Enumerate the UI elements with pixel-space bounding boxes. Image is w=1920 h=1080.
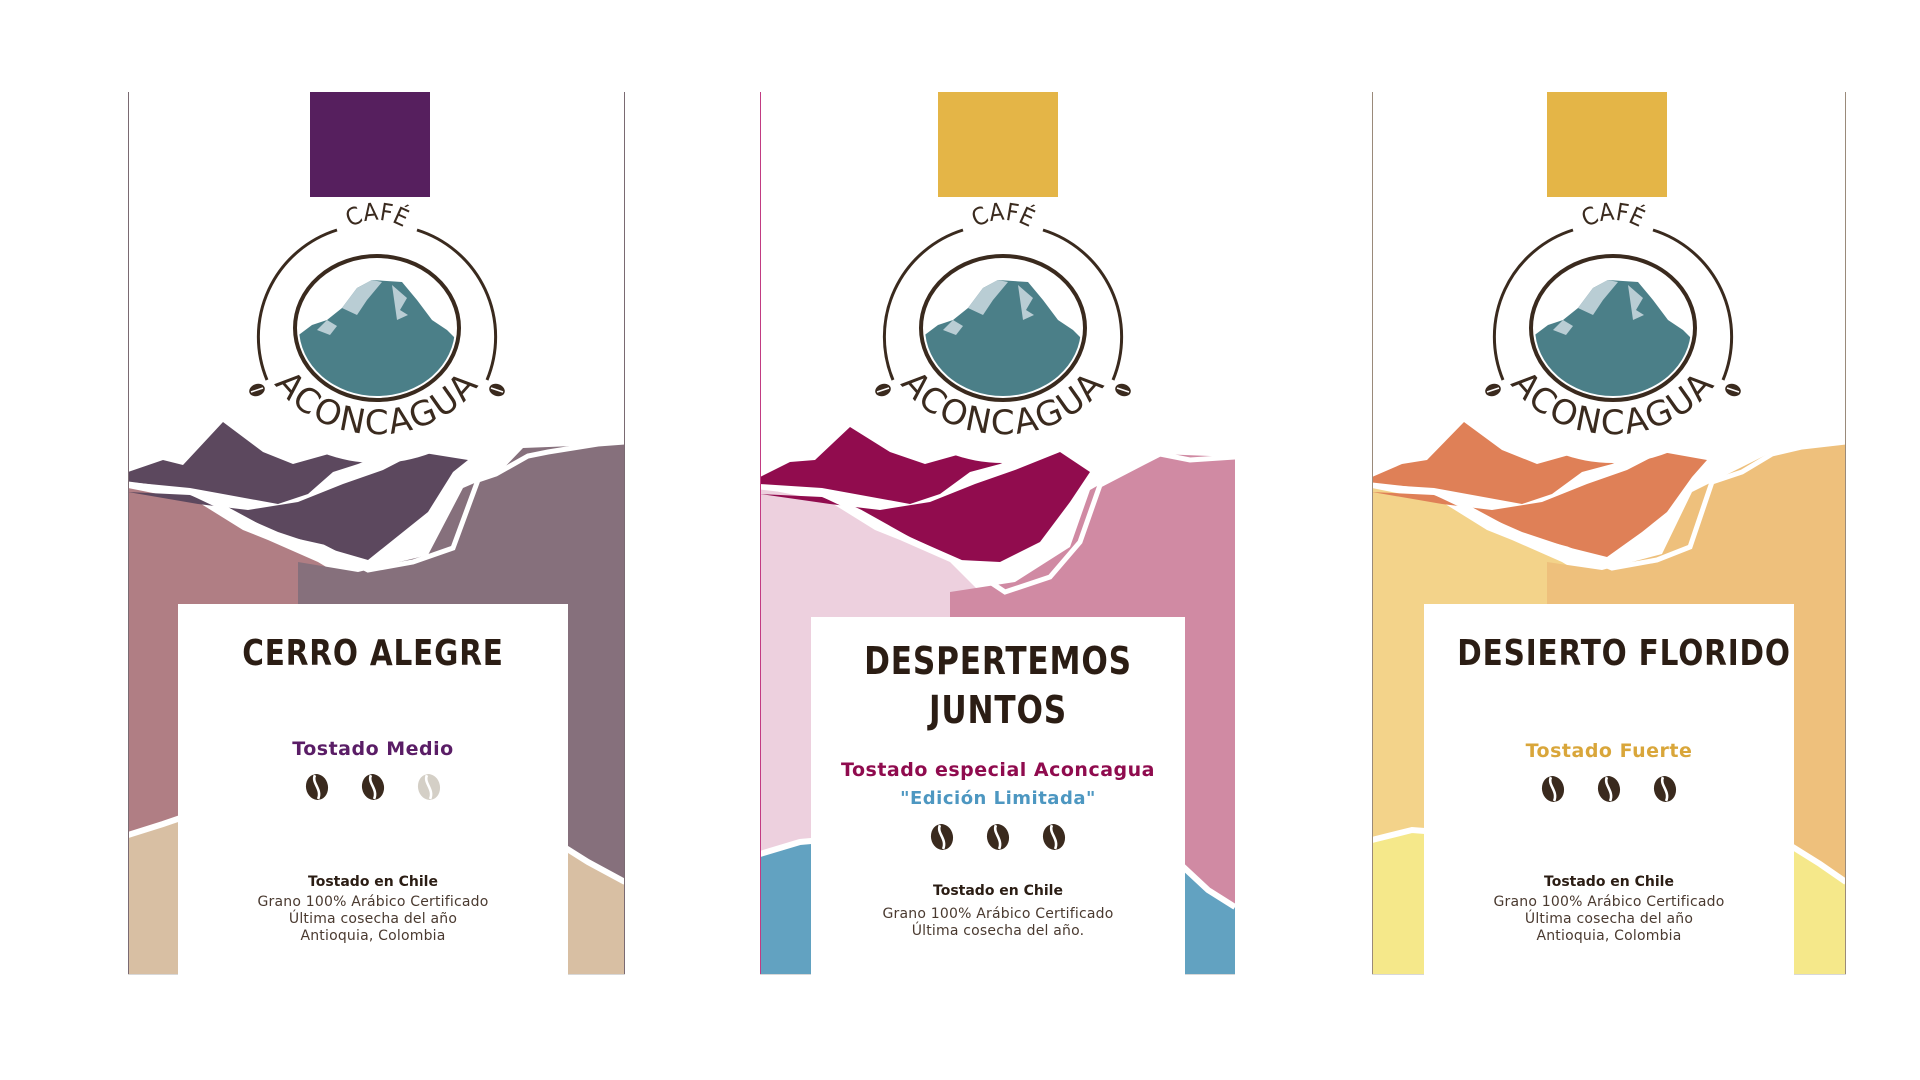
coffee-bean-icon bbox=[1039, 822, 1069, 852]
package-edge bbox=[1372, 92, 1373, 975]
origin-line: Grano 100% Arábico Certificado bbox=[1493, 894, 1725, 910]
package-cerro-alegre: CAFÉ ACONCAGUA CERRO ALEGRE Tostado Medio… bbox=[128, 92, 625, 975]
package-edge bbox=[1845, 92, 1846, 975]
origin-line: Última cosecha del año bbox=[288, 911, 458, 927]
origin-title: Tostado en Chile bbox=[1544, 874, 1674, 890]
origin-line: Antioquia, Colombia bbox=[1536, 928, 1682, 944]
product-name: DESPERTEMOS bbox=[864, 639, 1132, 683]
packaging-sheet: CAFÉ ACONCAGUA CERRO ALEGRE Tostado Medio… bbox=[0, 0, 1920, 1080]
brand-logo: CAFÉ ACONCAGUA bbox=[858, 170, 1148, 470]
label-panel: CERRO ALEGRE Tostado Medio Tostado en Ch… bbox=[178, 604, 568, 975]
origin-title: Tostado en Chile bbox=[933, 883, 1063, 899]
edition-label: "Edición Limitada" bbox=[900, 788, 1096, 809]
brand-logo: CAFÉ ACONCAGUA bbox=[232, 170, 522, 470]
coffee-bean-icon bbox=[927, 822, 957, 852]
coffee-bean-icon bbox=[1650, 774, 1680, 804]
product-name: CERRO ALEGRE bbox=[242, 633, 504, 674]
label-panel: DESPERTEMOS JUNTOS Tostado especial Acon… bbox=[811, 617, 1185, 975]
roast-level: Tostado Medio bbox=[292, 738, 454, 760]
package-despertemos-juntos: CAFÉ ACONCAGUA DESPERTEMOS JUNTOS Tostado… bbox=[760, 92, 1235, 975]
origin-line: Última cosecha del año. bbox=[911, 923, 1085, 939]
origin-line: Última cosecha del año bbox=[1524, 911, 1694, 927]
coffee-bean-icon bbox=[983, 822, 1013, 852]
roast-level: Tostado especial Aconcagua bbox=[841, 759, 1155, 781]
package-edge bbox=[760, 92, 761, 975]
roast-beans bbox=[178, 772, 568, 802]
origin-title: Tostado en Chile bbox=[308, 874, 438, 890]
roast-beans bbox=[1424, 774, 1794, 804]
roast-beans bbox=[811, 822, 1185, 852]
package-edge bbox=[128, 92, 129, 975]
origin-line: Grano 100% Arábico Certificado bbox=[882, 906, 1114, 922]
roast-level: Tostado Fuerte bbox=[1525, 740, 1693, 762]
coffee-bean-empty-icon bbox=[414, 772, 444, 802]
coffee-bean-icon bbox=[1594, 774, 1624, 804]
package-desierto-florido: CAFÉ ACONCAGUA DESIERTO FLORIDO Tostado F… bbox=[1372, 92, 1846, 975]
label-panel: DESIERTO FLORIDO Tostado Fuerte Tostado … bbox=[1424, 604, 1794, 975]
product-name: JUNTOS bbox=[928, 688, 1068, 732]
coffee-bean-icon bbox=[1538, 774, 1568, 804]
coffee-bean-icon bbox=[302, 772, 332, 802]
package-edge bbox=[624, 92, 625, 975]
origin-line: Grano 100% Arábico Certificado bbox=[257, 894, 489, 910]
coffee-bean-icon bbox=[358, 772, 388, 802]
brand-logo: CAFÉ ACONCAGUA bbox=[1468, 170, 1758, 470]
product-name: DESIERTO FLORIDO bbox=[1457, 633, 1791, 674]
origin-line: Antioquia, Colombia bbox=[300, 928, 446, 944]
